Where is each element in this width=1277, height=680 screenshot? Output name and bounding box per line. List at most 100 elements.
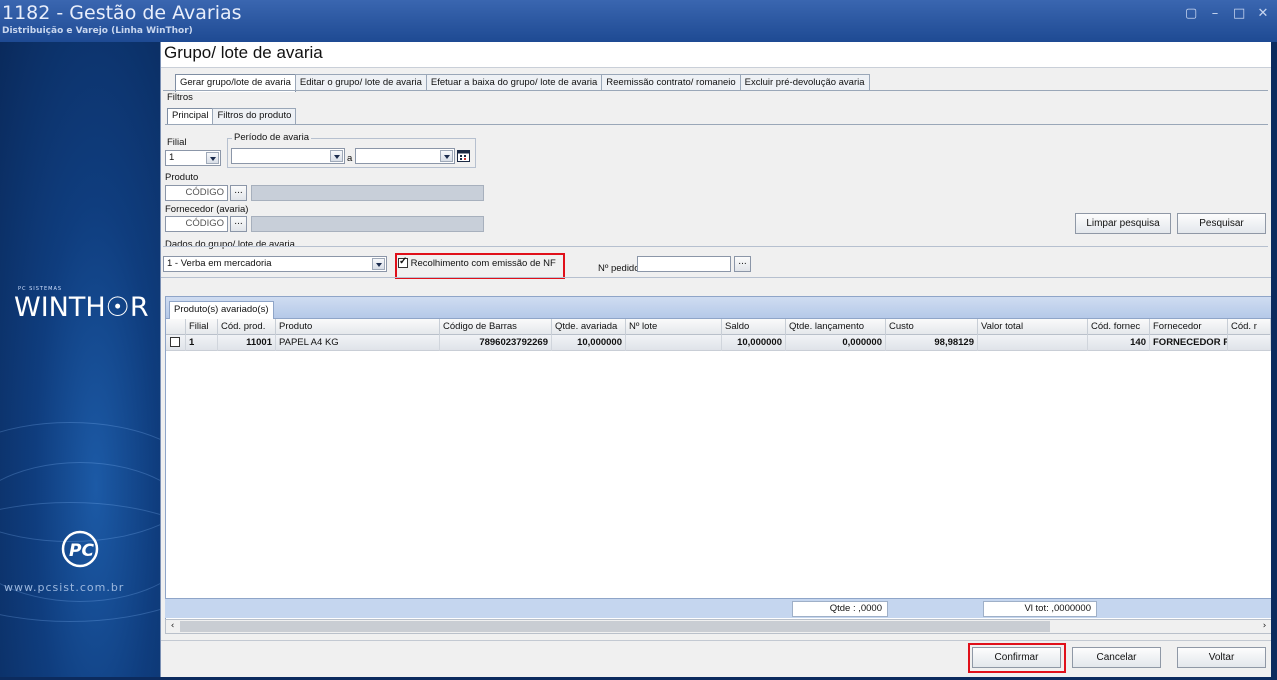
window-title: 1182 - Gestão de Avarias: [2, 2, 242, 24]
sum-vl-tot: Vl tot: ,0000000: [983, 601, 1097, 617]
maximize-icon[interactable]: □: [1233, 6, 1245, 21]
filters-label: Filtros: [167, 92, 193, 103]
limpar-pesquisa-button[interactable]: Limpar pesquisa: [1075, 213, 1171, 234]
col-qtde-lancamento[interactable]: Qtde. lançamento: [786, 319, 886, 335]
tab-excluir[interactable]: Excluir pré-devolução avaria: [739, 74, 870, 91]
col-valor-total[interactable]: Valor total: [978, 319, 1088, 335]
horizontal-scrollbar[interactable]: ‹ ›: [165, 619, 1272, 634]
brand-panel: PC SISTEMAS WINTH☉R PC www.pcsist.com.br: [0, 42, 160, 677]
scroll-left-icon[interactable]: ‹: [166, 620, 179, 633]
fornecedor-code-input[interactable]: CÓDIGO: [165, 216, 228, 232]
cell-produto: PAPEL A4 KG: [276, 335, 440, 351]
pedido-input[interactable]: [637, 256, 731, 272]
row-select-checkbox[interactable]: [166, 335, 186, 351]
chevron-down-icon[interactable]: [440, 150, 453, 162]
chevron-down-icon[interactable]: [372, 258, 385, 270]
tab-filtros-produto[interactable]: Filtros do produto: [212, 108, 297, 124]
tab-produtos-avariados[interactable]: Produto(s) avariado(s): [169, 301, 274, 319]
cell-cod-r: [1228, 335, 1271, 351]
close-icon[interactable]: ✕: [1257, 6, 1269, 21]
cell-num-lote: [626, 335, 722, 351]
window-subtitle: Distribuição e Varejo (Linha WinThor): [2, 26, 193, 36]
section-divider: [161, 277, 1272, 278]
row-check-icon[interactable]: [170, 337, 180, 348]
grid-header: Filial Cód. prod. Produto Código de Barr…: [166, 319, 1271, 335]
tab-editar[interactable]: Editar o grupo/ lote de avaria: [294, 74, 427, 91]
website-text: www.pcsist.com.br: [4, 581, 125, 594]
table-row[interactable]: 1 11001 PAPEL A4 KG 7896023792269 10,000…: [166, 335, 1271, 351]
col-qtde-avariada[interactable]: Qtde. avariada: [552, 319, 626, 335]
window-controls: ▢ – □ ✕: [1185, 6, 1269, 21]
tab-reemissao[interactable]: Reemissão contrato/ romaneio: [601, 74, 741, 91]
title-bar: 1182 - Gestão de Avarias Distribuição e …: [0, 0, 1277, 42]
products-grid: Produto(s) avariado(s) Filial Cód. prod.…: [165, 296, 1272, 633]
cell-fornecedor: FORNECEDOR PA: [1150, 335, 1228, 351]
cancelar-button[interactable]: Cancelar: [1072, 647, 1161, 668]
calendar-icon[interactable]: [457, 149, 470, 162]
periodo-end-select[interactable]: [355, 148, 455, 164]
restore-icon[interactable]: ▢: [1185, 6, 1197, 21]
pesquisar-button[interactable]: Pesquisar: [1177, 213, 1266, 234]
periodo-label: Período de avaria: [232, 132, 311, 143]
cell-saldo: 10,000000: [722, 335, 786, 351]
col-custo[interactable]: Custo: [886, 319, 978, 335]
col-filial[interactable]: Filial: [186, 319, 218, 335]
cell-filial: 1: [186, 335, 218, 351]
tipo-value: 1 - Verba em mercadoria: [167, 258, 272, 269]
tab-baixa[interactable]: Efetuar a baixa do grupo/ lote de avaria: [425, 74, 603, 91]
periodo-start-select[interactable]: [231, 148, 345, 164]
grid-summary-bar: Qtde : ,0000 Vl tot: ,0000000: [165, 598, 1272, 618]
produto-lookup-button[interactable]: ...: [230, 185, 247, 201]
sum-qtde: Qtde : ,0000: [792, 601, 888, 617]
cell-qtde-lancamento: 0,000000: [786, 335, 886, 351]
fornecedor-lookup-button[interactable]: ...: [230, 216, 247, 232]
cell-qtde-avariada: 10,000000: [552, 335, 626, 351]
col-fornecedor[interactable]: Fornecedor: [1150, 319, 1228, 335]
produto-label: Produto: [165, 172, 199, 183]
scroll-right-icon[interactable]: ›: [1258, 620, 1271, 633]
window-border-right: [1271, 42, 1277, 677]
cell-cod-fornec: 140: [1088, 335, 1150, 351]
minimize-icon[interactable]: –: [1209, 6, 1221, 21]
cell-cod-prod: 11001: [218, 335, 276, 351]
grid-tabbar: Produto(s) avariado(s): [166, 297, 1271, 319]
tab-divider: [163, 90, 1268, 91]
highlight-confirmar: [968, 643, 1066, 673]
winthor-logo: WINTH☉R: [14, 292, 149, 323]
col-cod-fornec[interactable]: Cód. fornec: [1088, 319, 1150, 335]
dados-label: Dados do grupo/ lote de avaria: [165, 239, 295, 250]
col-produto[interactable]: Produto: [276, 319, 440, 335]
filial-select[interactable]: 1: [165, 150, 221, 166]
pc-logo-icon: PC: [61, 530, 99, 568]
voltar-button[interactable]: Voltar: [1177, 647, 1266, 668]
main-tabs: Gerar grupo/lote de avaria Editar o grup…: [175, 74, 870, 92]
tab-principal[interactable]: Principal: [167, 108, 214, 124]
highlight-recolhimento: [395, 253, 565, 279]
produto-code-input[interactable]: CÓDIGO: [165, 185, 228, 201]
col-num-lote[interactable]: Nº lote: [626, 319, 722, 335]
pedido-lookup-button[interactable]: ...: [734, 256, 751, 272]
cell-valor-total: [978, 335, 1088, 351]
dados-divider: [163, 246, 1268, 247]
produto-description: [251, 185, 484, 201]
fornecedor-description: [251, 216, 484, 232]
col-cod-r[interactable]: Cód. r: [1228, 319, 1271, 335]
tipo-select[interactable]: 1 - Verba em mercadoria: [163, 256, 387, 272]
header-select: [166, 319, 186, 335]
cell-codigo-barras: 7896023792269: [440, 335, 552, 351]
col-codigo-barras[interactable]: Código de Barras: [440, 319, 552, 335]
filial-value: 1: [169, 152, 175, 163]
subtab-divider: [165, 124, 1268, 125]
col-saldo[interactable]: Saldo: [722, 319, 786, 335]
periodo-separator: a: [347, 153, 353, 164]
chevron-down-icon[interactable]: [330, 150, 343, 162]
fornecedor-label: Fornecedor (avaria): [165, 204, 249, 215]
chevron-down-icon[interactable]: [206, 152, 219, 164]
svg-text:PC: PC: [69, 541, 94, 561]
filial-label: Filial: [167, 137, 187, 148]
scroll-thumb[interactable]: [180, 621, 1050, 632]
main-form: Grupo/ lote de avaria Gerar grupo/lote d…: [160, 42, 1272, 677]
col-cod-prod[interactable]: Cód. prod.: [218, 319, 276, 335]
form-title: Grupo/ lote de avaria: [161, 42, 1272, 68]
cell-custo: 98,98129: [886, 335, 978, 351]
